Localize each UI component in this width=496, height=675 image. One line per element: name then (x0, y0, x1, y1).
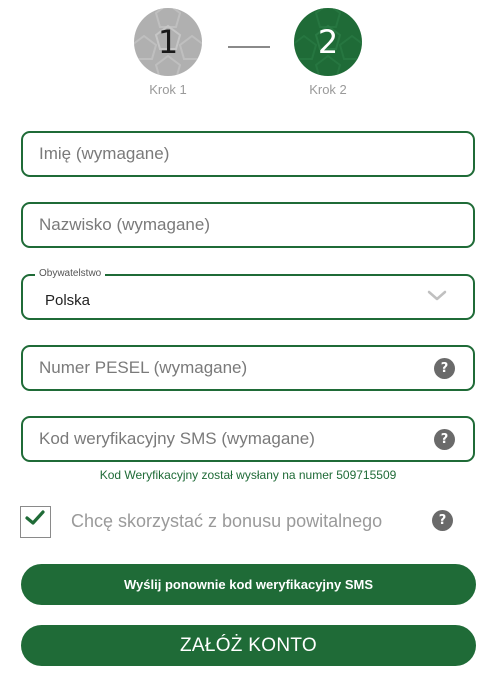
step-2-circle: 2 (294, 8, 362, 76)
step-1-circle: 1 (134, 8, 202, 76)
last-name-field[interactable]: Nazwisko (wymagane) (21, 202, 475, 248)
pesel-field[interactable]: Numer PESEL (wymagane) ? (21, 345, 475, 391)
citizenship-label: Obywatelstwo (35, 268, 106, 279)
sms-code-placeholder: Kod weryfikacyjny SMS (wymagane) (39, 429, 315, 448)
sms-code-field[interactable]: Kod weryfikacyjny SMS (wymagane) ? (21, 416, 475, 462)
help-icon[interactable]: ? (432, 510, 453, 531)
resend-sms-button[interactable]: Wyślij ponownie kod weryfikacyjny SMS (21, 564, 476, 605)
step-connector (228, 46, 270, 48)
create-account-button[interactable]: ZAŁÓŻ KONTO (21, 625, 476, 666)
citizenship-value: Polska (45, 292, 91, 309)
first-name-field[interactable]: Imię (wymagane) (21, 131, 475, 177)
chevron-down-icon (427, 290, 447, 301)
help-icon[interactable]: ? (434, 358, 455, 379)
pesel-placeholder: Numer PESEL (wymagane) (39, 358, 248, 377)
sms-sent-note: Kod Weryfikacyjny został wysłany na nume… (99, 468, 397, 482)
step-2-label: Krok 2 (309, 82, 347, 97)
step-1-label: Krok 1 (149, 82, 187, 97)
help-icon[interactable]: ? (434, 429, 455, 450)
first-name-placeholder: Imię (wymagane) (39, 144, 170, 163)
step-1-number: 1 (157, 23, 179, 61)
step-2-number: 2 (317, 23, 339, 61)
bonus-label: Chcę skorzystać z bonusu powitalnego (71, 511, 383, 531)
bonus-checkbox[interactable] (20, 506, 51, 538)
check-icon (25, 510, 45, 525)
last-name-placeholder: Nazwisko (wymagane) (39, 215, 210, 234)
citizenship-select[interactable]: Obywatelstwo Polska (21, 268, 475, 320)
